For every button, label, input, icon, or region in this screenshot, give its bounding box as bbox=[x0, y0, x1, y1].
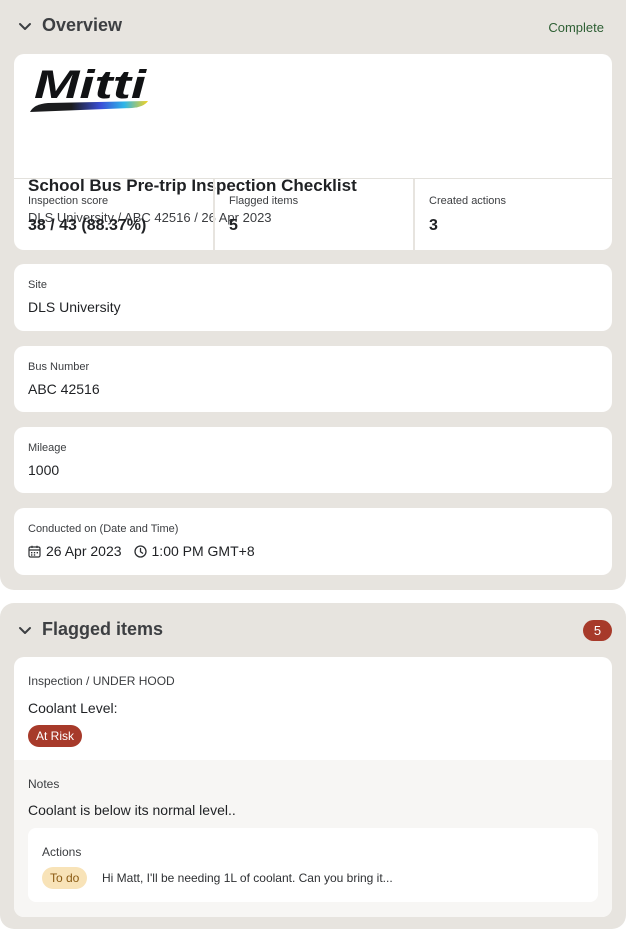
field-value: DLS University bbox=[28, 299, 121, 315]
field-conducted-on[interactable]: Conducted on (Date and Time) 26 Apr 2023… bbox=[14, 508, 612, 575]
mitti-logo: Mitti bbox=[30, 64, 148, 112]
flagged-items-section: Flagged items 5 Inspection / UNDER HOOD … bbox=[0, 603, 626, 929]
datetime-row: 26 Apr 2023 1:00 PM GMT+8 bbox=[28, 542, 255, 560]
field-label: Mileage bbox=[28, 442, 67, 454]
stat-value: 3 bbox=[429, 217, 438, 234]
actions-label: Actions bbox=[42, 845, 82, 859]
field-mileage[interactable]: Mileage 1000 bbox=[14, 427, 612, 493]
flagged-items-header[interactable]: Flagged items 5 bbox=[0, 603, 626, 655]
chevron-down-icon[interactable] bbox=[16, 17, 34, 35]
field-label: Site bbox=[28, 279, 47, 291]
report-header-card: Mitti School Bus Pre-trip Inspection Che… bbox=[14, 54, 612, 250]
overview-title: Overview bbox=[42, 15, 123, 35]
overview-header[interactable]: Overview Complete bbox=[0, 0, 626, 52]
field-site[interactable]: Site DLS University bbox=[14, 264, 612, 331]
stat-label: Flagged items bbox=[229, 195, 299, 207]
flagged-item-card[interactable]: Inspection / UNDER HOOD Coolant Level: A… bbox=[14, 657, 612, 917]
conducted-date: 26 Apr 2023 bbox=[46, 543, 122, 559]
stats-row: Inspection score 38 / 43 (88.37%) Flagge… bbox=[14, 178, 612, 250]
field-label: Bus Number bbox=[28, 361, 90, 373]
action-status-badge: To do bbox=[42, 867, 88, 889]
flagged-count-badge: 5 bbox=[583, 620, 612, 641]
chevron-down-icon[interactable] bbox=[16, 621, 34, 639]
calendar-icon bbox=[28, 545, 41, 558]
action-text[interactable]: Hi Matt, I'll be needing 1L of coolant. … bbox=[102, 871, 393, 885]
stat-inspection-score: Inspection score 38 / 43 (88.37%) bbox=[14, 179, 213, 250]
stat-label: Created actions bbox=[429, 195, 507, 207]
item-breadcrumb: Inspection / UNDER HOOD bbox=[28, 674, 175, 688]
field-value: ABC 42516 bbox=[28, 381, 100, 397]
overview-section: Overview Complete Mitti School Bus Pre-t… bbox=[0, 0, 626, 590]
stat-value: 5 bbox=[229, 217, 238, 234]
field-label: Conducted on (Date and Time) bbox=[28, 523, 179, 535]
actions-card[interactable]: Actions To do Hi Matt, I'll be needing 1… bbox=[28, 828, 598, 902]
svg-text:Mitti: Mitti bbox=[34, 64, 147, 107]
notes-label: Notes bbox=[28, 777, 60, 791]
stat-created-actions: Created actions 3 bbox=[413, 179, 612, 250]
stat-label: Inspection score bbox=[28, 195, 109, 207]
status-complete: Complete bbox=[548, 20, 604, 35]
clock-icon bbox=[133, 544, 147, 558]
flagged-items-title: Flagged items bbox=[42, 619, 164, 639]
field-bus-number[interactable]: Bus Number ABC 42516 bbox=[14, 346, 612, 412]
field-value: 1000 bbox=[28, 462, 60, 478]
item-question: Coolant Level: bbox=[28, 700, 118, 716]
stat-value: 38 / 43 (88.37%) bbox=[28, 217, 147, 234]
response-badge-at-risk: At Risk bbox=[28, 725, 83, 747]
conducted-time: 1:00 PM GMT+8 bbox=[151, 543, 255, 559]
notes-area: Notes Coolant is below its normal level.… bbox=[14, 760, 612, 917]
notes-text: Coolant is below its normal level.. bbox=[28, 802, 236, 818]
stat-flagged-items: Flagged items 5 bbox=[213, 179, 413, 250]
